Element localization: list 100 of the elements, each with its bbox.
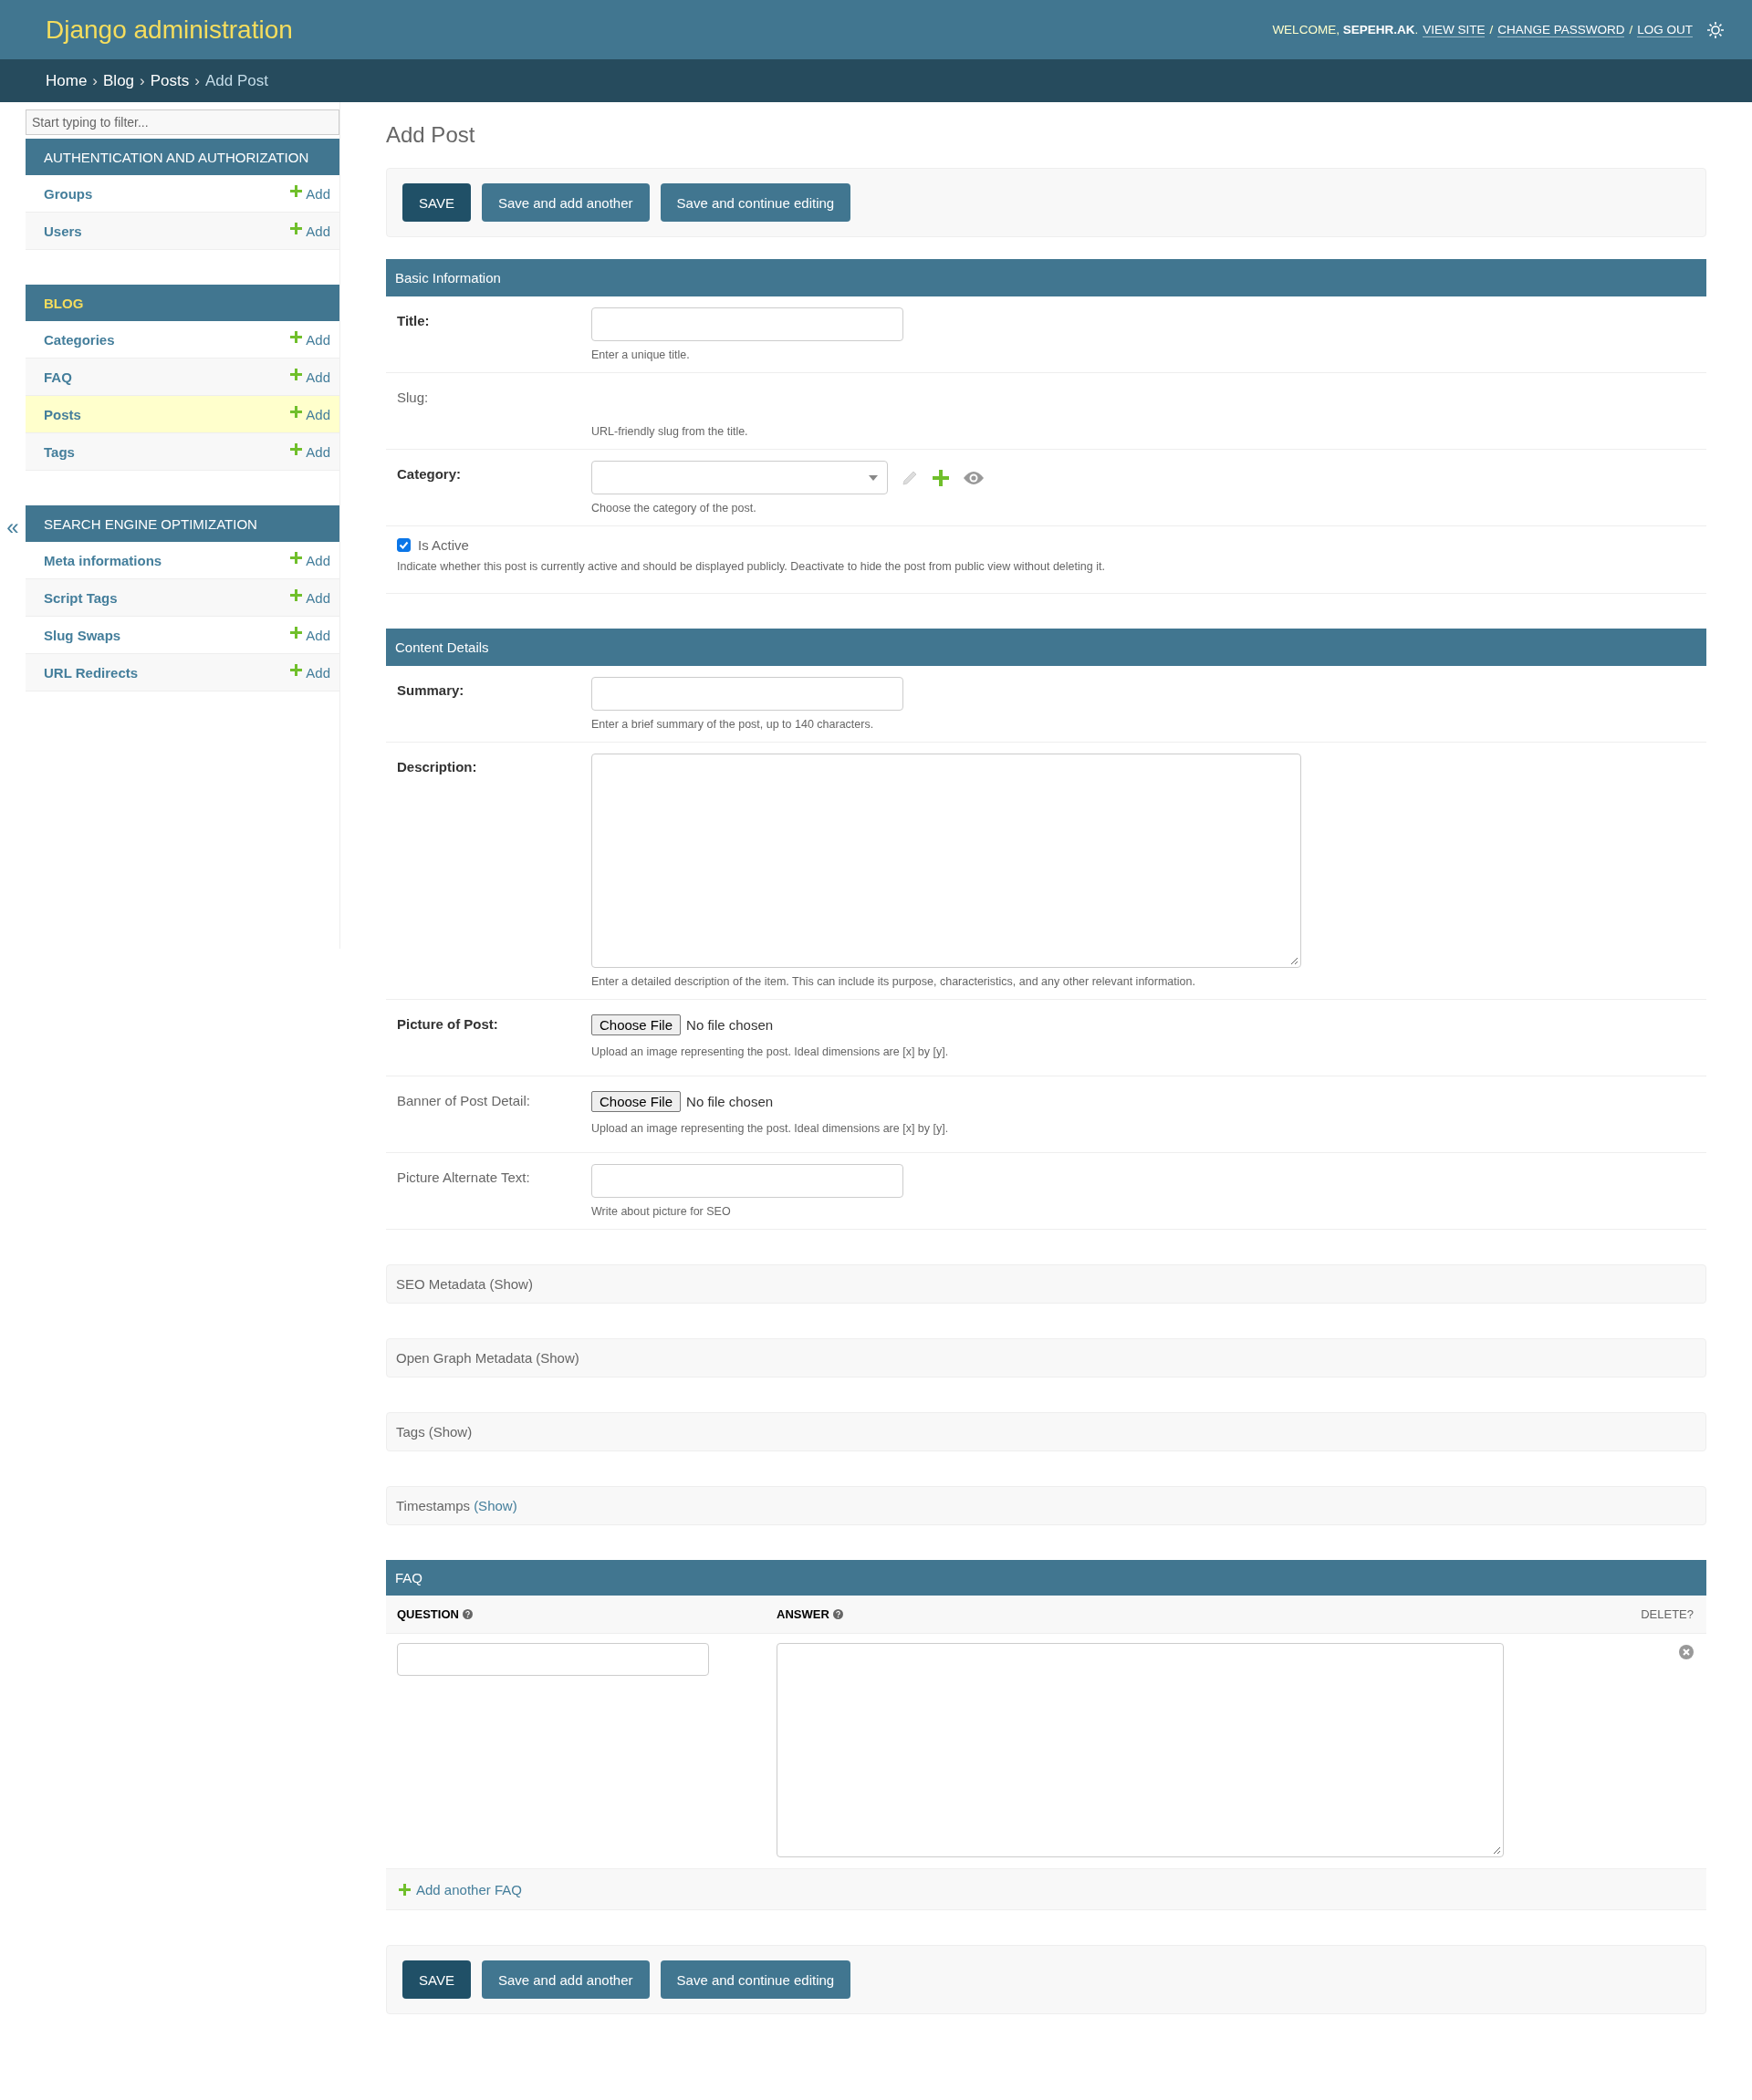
collapse-sidebar-button[interactable]: « — [6, 515, 19, 540]
caret-icon — [869, 474, 878, 481]
plus-icon — [399, 1883, 411, 1896]
text-field[interactable] — [591, 677, 903, 711]
filter-field[interactable]: Start typing to filter... — [26, 109, 339, 135]
model-link[interactable]: Groups — [44, 185, 93, 202]
model-link[interactable]: Slug Swaps — [44, 627, 121, 643]
plus-icon — [290, 626, 303, 639]
theme-toggle-icon[interactable] — [1706, 20, 1725, 39]
model-link[interactable]: Users — [44, 223, 82, 239]
breadcrumb-link[interactable]: Home — [46, 71, 88, 90]
breadcrumb-link[interactable]: Blog — [103, 71, 135, 90]
eye-icon[interactable] — [963, 470, 985, 485]
plus-icon — [290, 588, 303, 601]
textarea-field[interactable] — [591, 754, 1301, 968]
plus-icon — [290, 405, 303, 418]
add-another-link[interactable]: Add another FAQ — [399, 1881, 522, 1897]
separator: / — [1629, 23, 1633, 36]
model-link[interactable]: FAQ — [44, 369, 72, 385]
model-link[interactable]: Posts — [44, 406, 81, 422]
model-link[interactable]: URL Redirects — [44, 664, 139, 681]
show-toggle[interactable]: (Show) — [474, 1498, 517, 1513]
header-link[interactable]: LOG OUT — [1637, 22, 1693, 37]
plus-icon — [290, 368, 303, 380]
separator: › — [194, 71, 200, 90]
app-heading[interactable]: SEARCH ENGINE OPTIMIZATION — [26, 505, 339, 542]
submit-button[interactable]: Save and continue editing — [660, 183, 851, 222]
select-field[interactable] — [591, 461, 888, 494]
plus-icon — [290, 330, 303, 343]
question-field[interactable] — [397, 1643, 709, 1676]
column-header: ANSWER — [777, 1607, 829, 1621]
model-link[interactable]: Script Tags — [44, 589, 118, 606]
add-link[interactable]: Add — [290, 185, 330, 202]
save-button[interactable]: SAVE — [402, 1960, 471, 1999]
file-status: No file chosen — [686, 1016, 774, 1033]
show-toggle[interactable]: (Show) — [489, 1276, 533, 1292]
add-link[interactable]: Add — [290, 369, 330, 385]
help-text: Write about picture for SEO — [591, 1205, 732, 1218]
add-link[interactable]: Add — [290, 589, 330, 606]
help-icon — [832, 1609, 843, 1619]
show-toggle[interactable]: (Show) — [428, 1424, 473, 1440]
separator: › — [140, 71, 145, 90]
separator: / — [1489, 23, 1494, 36]
fieldset-title: Open Graph Metadata — [396, 1350, 533, 1366]
fieldset-header: FAQ — [386, 1560, 1706, 1596]
field-label: Category: — [397, 465, 462, 483]
submit-button[interactable]: Save and continue editing — [660, 1960, 851, 1999]
resize-grip-icon — [1493, 1846, 1501, 1855]
checkbox-label: Is Active — [418, 537, 469, 553]
field-label: Description: — [397, 758, 478, 776]
save-button[interactable]: SAVE — [402, 183, 471, 222]
model-link[interactable]: Tags — [44, 443, 75, 460]
submit-button[interactable]: Save and add another — [481, 183, 650, 222]
text-field[interactable] — [591, 307, 903, 341]
help-text: Enter a detailed description of the item. This can include its purpose, characteristics, and any other relevant information. — [591, 975, 1196, 988]
breadcrumb-current: Add Post — [204, 71, 268, 90]
header-link[interactable]: VIEW SITE — [1423, 22, 1486, 37]
field-label: Picture Alternate Text: — [397, 1169, 531, 1187]
fieldset-title: Tags — [396, 1424, 425, 1440]
help-text: Choose the category of the post. — [591, 502, 757, 515]
field-label: Banner of Post Detail: — [397, 1092, 531, 1110]
help-text: Upload an image representing the post. Ideal dimensions are [x] by [y]. — [591, 1045, 950, 1058]
add-link[interactable]: Add — [290, 552, 330, 568]
fieldset-header: Basic Information — [386, 259, 1706, 296]
help-text: Upload an image representing the post. Ideal dimensions are [x] by [y]. — [591, 1122, 950, 1135]
file-status: No file chosen — [686, 1093, 774, 1109]
choose-file-button[interactable]: Choose File — [591, 1014, 682, 1035]
help-text: URL-friendly slug from the title. — [591, 425, 749, 438]
plus-icon — [290, 551, 303, 564]
add-link[interactable]: Add — [290, 406, 330, 422]
separator: › — [92, 71, 99, 90]
checkbox[interactable] — [397, 538, 411, 552]
help-text: Enter a brief summary of the post, up to 140 characters. — [591, 718, 875, 731]
plus-icon[interactable] — [932, 468, 950, 487]
help-icon — [462, 1609, 473, 1619]
add-link[interactable]: Add — [290, 331, 330, 348]
column-header: QUESTION — [397, 1607, 459, 1621]
model-link[interactable]: Meta informations — [44, 552, 162, 568]
text-field[interactable] — [591, 1164, 903, 1198]
plus-icon — [290, 222, 303, 234]
app-heading[interactable]: AUTHENTICATION AND AUTHORIZATION — [26, 139, 339, 175]
header-link[interactable]: CHANGE PASSWORD — [1497, 22, 1625, 37]
add-link[interactable]: Add — [290, 664, 330, 681]
breadcrumb-link[interactable]: Posts — [150, 71, 190, 90]
submit-button[interactable]: Save and add another — [481, 1960, 650, 1999]
help-text: Enter a unique title. — [591, 348, 691, 361]
add-link[interactable]: Add — [290, 627, 330, 643]
answer-field[interactable] — [777, 1643, 1504, 1857]
field-label: Title: — [397, 312, 431, 330]
choose-file-button[interactable]: Choose File — [591, 1090, 682, 1112]
column-header: DELETE? — [1641, 1607, 1694, 1621]
delete-icon[interactable] — [1679, 1645, 1694, 1659]
app-heading[interactable]: BLOG — [26, 285, 339, 321]
add-link[interactable]: Add — [290, 443, 330, 460]
field-label: Picture of Post: — [397, 1015, 499, 1034]
show-toggle[interactable]: (Show) — [536, 1350, 579, 1366]
resize-grip-icon — [1290, 957, 1298, 965]
model-link[interactable]: Categories — [44, 331, 115, 348]
add-link[interactable]: Add — [290, 223, 330, 239]
fieldset-header: Content Details — [386, 629, 1706, 666]
